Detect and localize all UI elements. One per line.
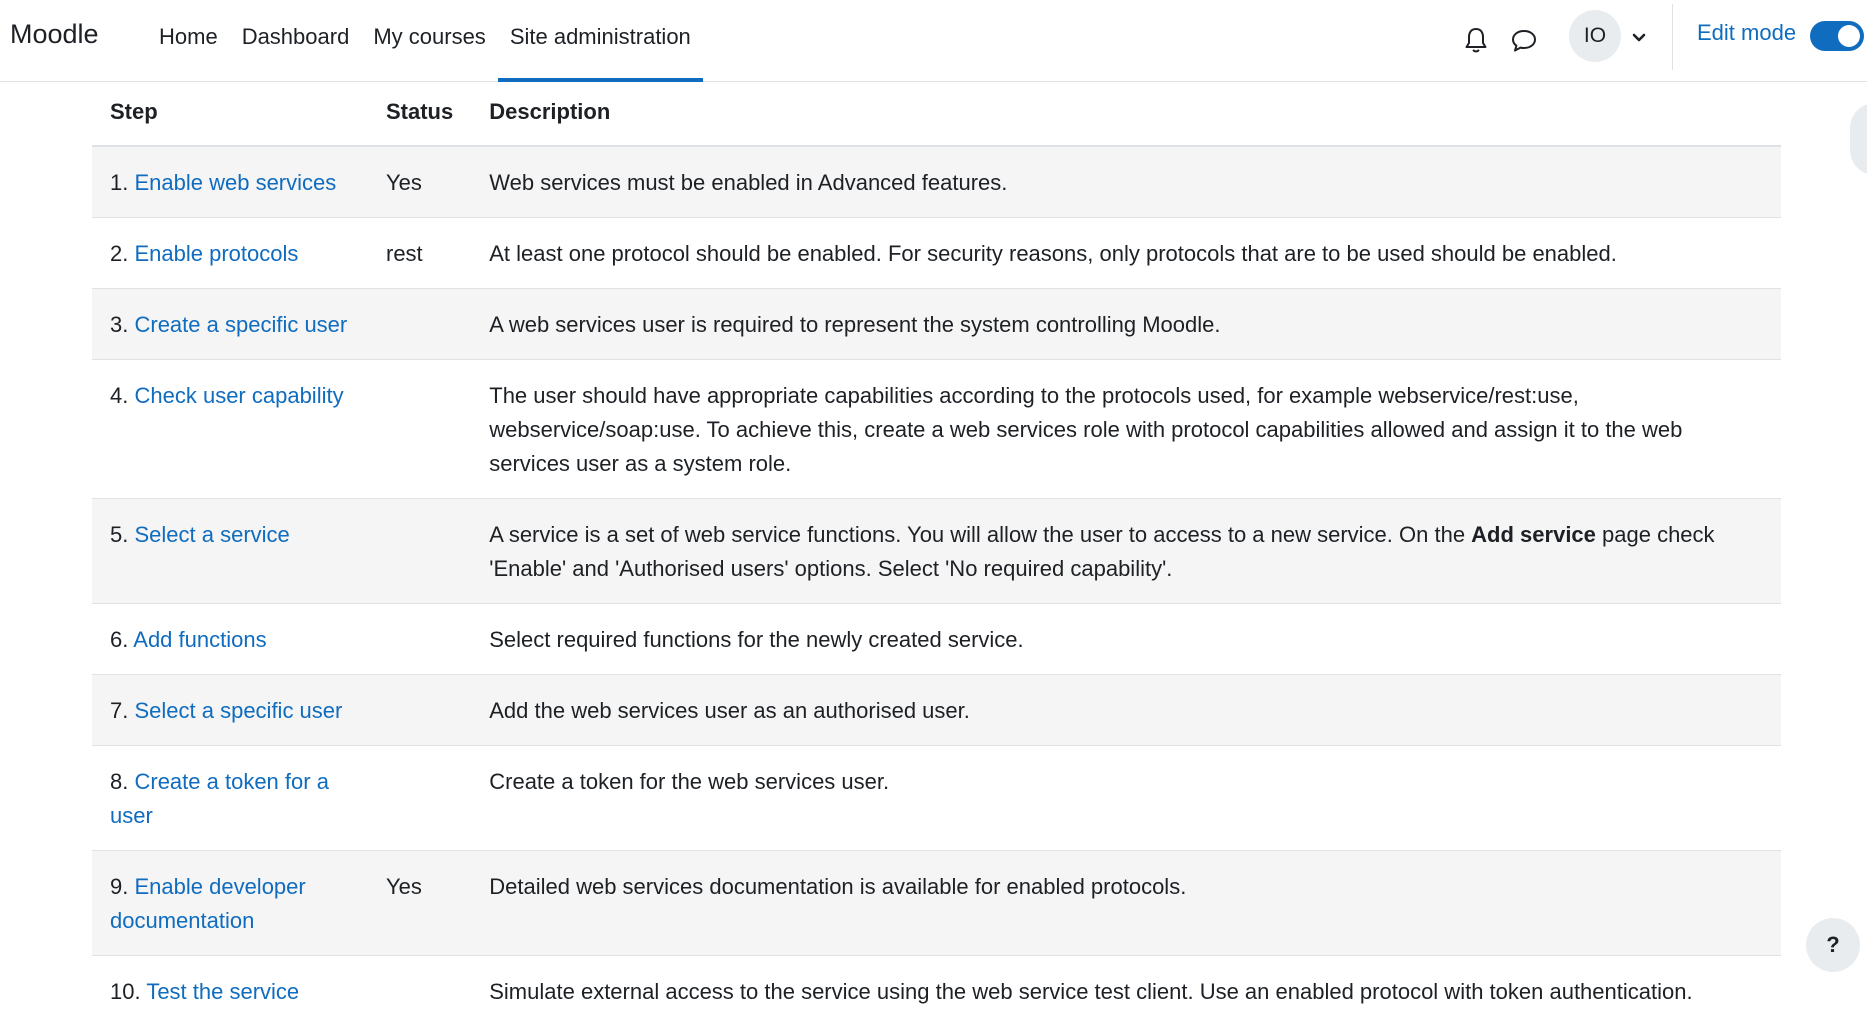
step-number: 5. [110,522,128,547]
status-cell: Yes [368,851,471,956]
status-cell [368,956,471,1026]
nav-link-site-administration[interactable]: Site administration [498,0,703,82]
description-cell: A web services user is required to repre… [471,289,1781,360]
description-cell: At least one protocol should be enabled.… [471,218,1781,289]
chat-bubble-icon [1506,22,1542,58]
step-link-select-specific-user[interactable]: Select a specific user [134,698,342,723]
step-number: 3. [110,312,128,337]
step-number: 8. [110,769,128,794]
status-cell [368,746,471,851]
notifications-button[interactable] [1458,22,1494,58]
step-cell: 9. Enable developer documentation [92,851,368,956]
description-bold-text: Add service [1471,522,1596,547]
description-cell: A service is a set of web service functi… [471,499,1781,604]
step-cell: 5. Select a service [92,499,368,604]
step-cell: 1. Enable web services [92,146,368,218]
chevron-down-icon [1628,27,1650,49]
status-cell [368,604,471,675]
step-link-enable-protocols[interactable]: Enable protocols [134,241,298,266]
step-number: 2. [110,241,128,266]
table-row: 8. Create a token for a user Create a to… [92,746,1781,851]
nav-link-dashboard[interactable]: Dashboard [230,0,362,82]
table-row: 7. Select a specific user Add the web se… [92,675,1781,746]
header-step: Step [92,83,368,146]
table-row: 9. Enable developer documentation Yes De… [92,851,1781,956]
step-number: 9. [110,874,128,899]
navbar-divider [1672,4,1673,70]
step-link-select-service[interactable]: Select a service [134,522,289,547]
user-avatar[interactable]: IO [1569,10,1621,62]
step-link-add-functions[interactable]: Add functions [133,627,266,652]
status-cell [368,360,471,499]
table-row: 10. Test the service Simulate external a… [92,956,1781,1026]
table-header-row: Step Status Description [92,83,1781,146]
step-link-create-specific-user[interactable]: Create a specific user [134,312,347,337]
help-button[interactable]: ? [1806,918,1860,972]
description-text: A service is a set of web service functi… [489,522,1471,547]
web-services-overview-table: Step Status Description 1. Enable web se… [92,83,1781,1026]
table-row: 1. Enable web services Yes Web services … [92,146,1781,218]
status-cell [368,289,471,360]
table-row: 5. Select a service A service is a set o… [92,499,1781,604]
table-row: 2. Enable protocols rest At least one pr… [92,218,1781,289]
step-cell: 4. Check user capability [92,360,368,499]
nav-link-home[interactable]: Home [147,0,230,82]
toggle-knob [1838,25,1860,47]
messages-button[interactable] [1506,22,1542,58]
step-cell: 2. Enable protocols [92,218,368,289]
nav-link-my-courses[interactable]: My courses [361,0,497,82]
header-status: Status [368,83,471,146]
step-cell: 8. Create a token for a user [92,746,368,851]
top-navbar: Moodle Home Dashboard My courses Site ad… [0,0,1867,82]
step-number: 1. [110,170,128,195]
edit-mode-label[interactable]: Edit mode [1697,20,1796,46]
description-cell: Simulate external access to the service … [471,956,1781,1026]
description-cell: Select required functions for the newly … [471,604,1781,675]
description-cell: Add the web services user as an authoris… [471,675,1781,746]
step-number: 6. [110,627,128,652]
description-cell: Web services must be enabled in Advanced… [471,146,1781,218]
bell-icon [1458,22,1494,58]
description-cell: The user should have appropriate capabil… [471,360,1781,499]
step-cell: 6. Add functions [92,604,368,675]
header-description: Description [471,83,1781,146]
step-link-test-service[interactable]: Test the service [146,979,299,1004]
step-cell: 3. Create a specific user [92,289,368,360]
table-row: 4. Check user capability The user should… [92,360,1781,499]
description-cell: Create a token for the web services user… [471,746,1781,851]
step-number: 10. [110,979,141,1004]
step-link-check-user-capability[interactable]: Check user capability [134,383,343,408]
step-number: 7. [110,698,128,723]
step-cell: 7. Select a specific user [92,675,368,746]
step-number: 4. [110,383,128,408]
edit-mode-toggle[interactable] [1810,21,1864,51]
table-row: 3. Create a specific user A web services… [92,289,1781,360]
primary-navigation: Home Dashboard My courses Site administr… [147,0,703,82]
user-menu-toggle[interactable] [1628,27,1650,49]
table-row: 6. Add functions Select required functio… [92,604,1781,675]
status-cell [368,499,471,604]
status-cell [368,675,471,746]
step-link-enable-developer-documentation[interactable]: Enable developer documentation [110,874,306,933]
site-brand[interactable]: Moodle [10,19,99,50]
description-cell: Detailed web services documentation is a… [471,851,1781,956]
step-cell: 10. Test the service [92,956,368,1026]
status-cell: Yes [368,146,471,218]
status-cell: rest [368,218,471,289]
step-link-enable-web-services[interactable]: Enable web services [134,170,336,195]
step-link-create-token[interactable]: Create a token for a user [110,769,329,828]
right-drawer-toggle[interactable] [1850,103,1867,175]
